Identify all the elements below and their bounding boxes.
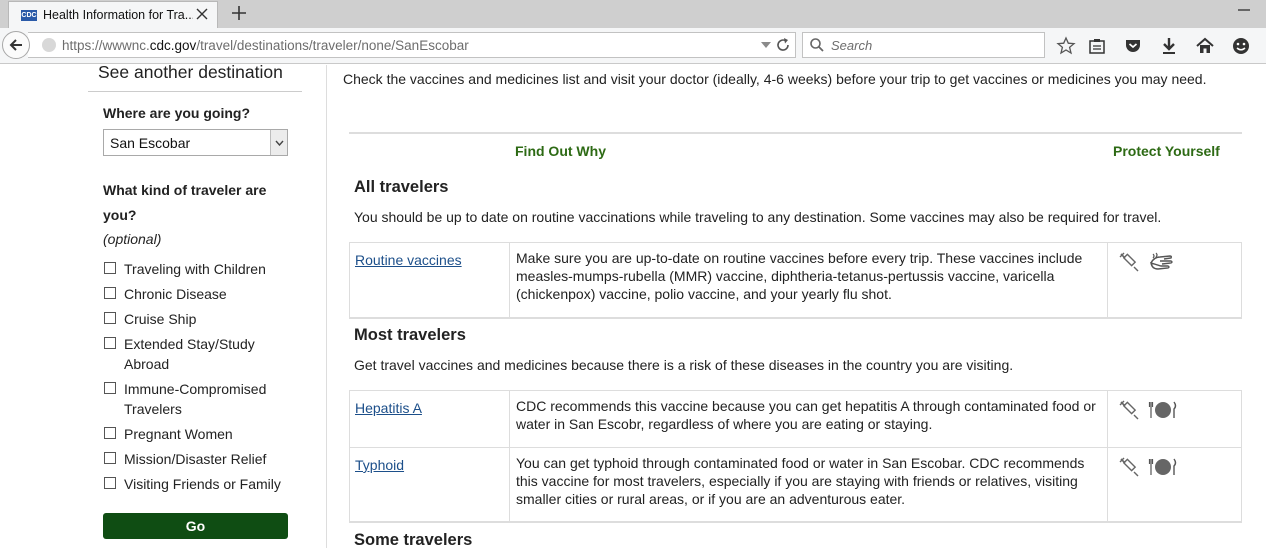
optional-label: (optional) xyxy=(103,231,162,247)
food-plate-icon xyxy=(1148,401,1177,418)
checkbox[interactable] xyxy=(104,382,116,394)
traveler-option-label: Visiting Friends or Family xyxy=(124,476,281,492)
smiley-feedback-icon[interactable] xyxy=(1231,36,1251,56)
url-domain: cdc.gov xyxy=(149,37,197,53)
checkbox[interactable] xyxy=(104,477,116,489)
content-divider xyxy=(326,65,327,548)
column-divider xyxy=(509,448,510,521)
protect-yourself-header: Protect Yourself xyxy=(1113,143,1220,159)
destination-select-value: San Escobar xyxy=(110,135,191,151)
checkbox[interactable] xyxy=(104,312,116,324)
checkbox[interactable] xyxy=(104,427,116,439)
reload-icon[interactable] xyxy=(775,37,791,53)
traveler-option-extended-stay[interactable]: Extended Stay/Study Abroad xyxy=(104,334,264,374)
bookmark-star-icon[interactable] xyxy=(1056,36,1076,56)
checkbox[interactable] xyxy=(104,262,116,274)
sidebar-divider xyxy=(88,91,302,92)
traveler-option-children[interactable]: Traveling with Children xyxy=(104,259,284,279)
checkbox[interactable] xyxy=(104,287,116,299)
traveler-option-immune-compromised[interactable]: Immune-Compromised Travelers xyxy=(104,379,274,419)
browser-tab[interactable]: CDC Health Information for Tra... xyxy=(8,1,218,28)
food-plate-icon xyxy=(1148,458,1177,475)
sidebar-heading: See another destination xyxy=(98,65,283,82)
vaccine-row-routine: Routine vaccines Make sure you are up-to… xyxy=(349,242,1242,319)
traveler-type-question: What kind of traveler are you? xyxy=(103,182,267,223)
page-content: See another destination Where are you go… xyxy=(0,65,1266,548)
traveler-option-pregnant[interactable]: Pregnant Women xyxy=(104,424,284,444)
section-title-some-travelers: Some travelers xyxy=(354,531,473,548)
destination-select[interactable]: San Escobar xyxy=(103,129,288,156)
minimize-window-icon[interactable] xyxy=(1238,0,1254,20)
vaccine-description: You can get typhoid through contaminated… xyxy=(516,455,1085,507)
section-description: You should be up to date on routine vacc… xyxy=(354,209,1162,225)
table-top-border xyxy=(349,132,1242,134)
url-history-dropdown-icon[interactable] xyxy=(759,38,773,52)
search-icon xyxy=(809,37,825,53)
vaccine-row-typhoid: Typhoid You can get typhoid through cont… xyxy=(349,447,1242,523)
navigation-toolbar: https://wwwnc.cdc.gov/travel/destination… xyxy=(0,28,1266,64)
vaccine-link-typhoid[interactable]: Typhoid xyxy=(355,457,404,473)
vaccine-link-hepatitis-a[interactable]: Hepatitis A xyxy=(355,400,422,416)
new-tab-icon[interactable] xyxy=(228,2,250,24)
reading-list-icon[interactable] xyxy=(1087,36,1107,56)
vaccine-link-routine[interactable]: Routine vaccines xyxy=(355,252,462,268)
hand-wash-icon xyxy=(1150,252,1173,270)
url-text[interactable]: https://wwwnc.cdc.gov/travel/destination… xyxy=(62,38,469,53)
vaccine-description: Make sure you are up-to-date on routine … xyxy=(516,250,1083,302)
downloads-icon[interactable] xyxy=(1159,36,1179,56)
traveler-option-visiting-friends[interactable]: Visiting Friends or Family xyxy=(104,474,284,494)
protection-icons xyxy=(1118,251,1174,273)
traveler-option-label: Mission/Disaster Relief xyxy=(124,451,267,467)
traveler-option-mission[interactable]: Mission/Disaster Relief xyxy=(104,449,284,469)
close-tab-icon[interactable] xyxy=(193,5,211,23)
traveler-option-label: Cruise Ship xyxy=(124,311,197,327)
column-divider xyxy=(509,243,510,317)
back-arrow-icon xyxy=(9,39,22,51)
home-icon[interactable] xyxy=(1195,36,1215,56)
cdc-favicon-icon: CDC xyxy=(21,9,37,21)
syringe-icon xyxy=(1119,252,1139,272)
traveler-option-label: Chronic Disease xyxy=(124,286,227,302)
back-button[interactable] xyxy=(2,31,30,59)
section-description: Get travel vaccines and medicines becaus… xyxy=(354,357,1014,373)
traveler-option-chronic-disease[interactable]: Chronic Disease xyxy=(104,284,284,304)
checkbox[interactable] xyxy=(104,337,116,349)
syringe-icon xyxy=(1119,400,1139,420)
find-out-why-header: Find Out Why xyxy=(515,143,606,159)
go-button[interactable]: Go xyxy=(103,513,288,539)
vaccine-description: CDC recommends this vaccine because you … xyxy=(516,398,1096,432)
where-going-label: Where are you going? xyxy=(103,105,251,121)
checkbox[interactable] xyxy=(104,452,116,464)
url-bar[interactable]: https://wwwnc.cdc.gov/travel/destination… xyxy=(28,32,796,58)
tab-bar: CDC Health Information for Tra... xyxy=(0,0,1266,28)
traveler-option-cruise-ship[interactable]: Cruise Ship xyxy=(104,309,284,329)
tab-title: Health Information for Tra... xyxy=(43,8,193,22)
intro-text: Check the vaccines and medicines list an… xyxy=(343,71,1207,87)
traveler-option-label: Traveling with Children xyxy=(124,261,266,277)
traveler-option-label: Pregnant Women xyxy=(124,426,233,442)
section-title-all-travelers: All travelers xyxy=(354,178,449,196)
search-bar[interactable]: Search xyxy=(802,32,1045,58)
traveler-option-label: Extended Stay/Study Abroad xyxy=(124,336,255,372)
protection-icons xyxy=(1118,456,1178,478)
chevron-down-icon[interactable] xyxy=(270,130,287,155)
traveler-option-label: Immune-Compromised Travelers xyxy=(124,381,267,417)
search-placeholder: Search xyxy=(831,37,873,53)
syringe-icon xyxy=(1119,457,1139,477)
column-divider xyxy=(509,391,510,447)
protection-icons xyxy=(1118,399,1178,421)
pocket-icon[interactable] xyxy=(1123,36,1143,56)
section-title-most-travelers: Most travelers xyxy=(354,326,466,344)
vaccine-row-hepatitis-a: Hepatitis A CDC recommends this vaccine … xyxy=(349,390,1242,448)
site-info-icon[interactable] xyxy=(42,38,56,52)
